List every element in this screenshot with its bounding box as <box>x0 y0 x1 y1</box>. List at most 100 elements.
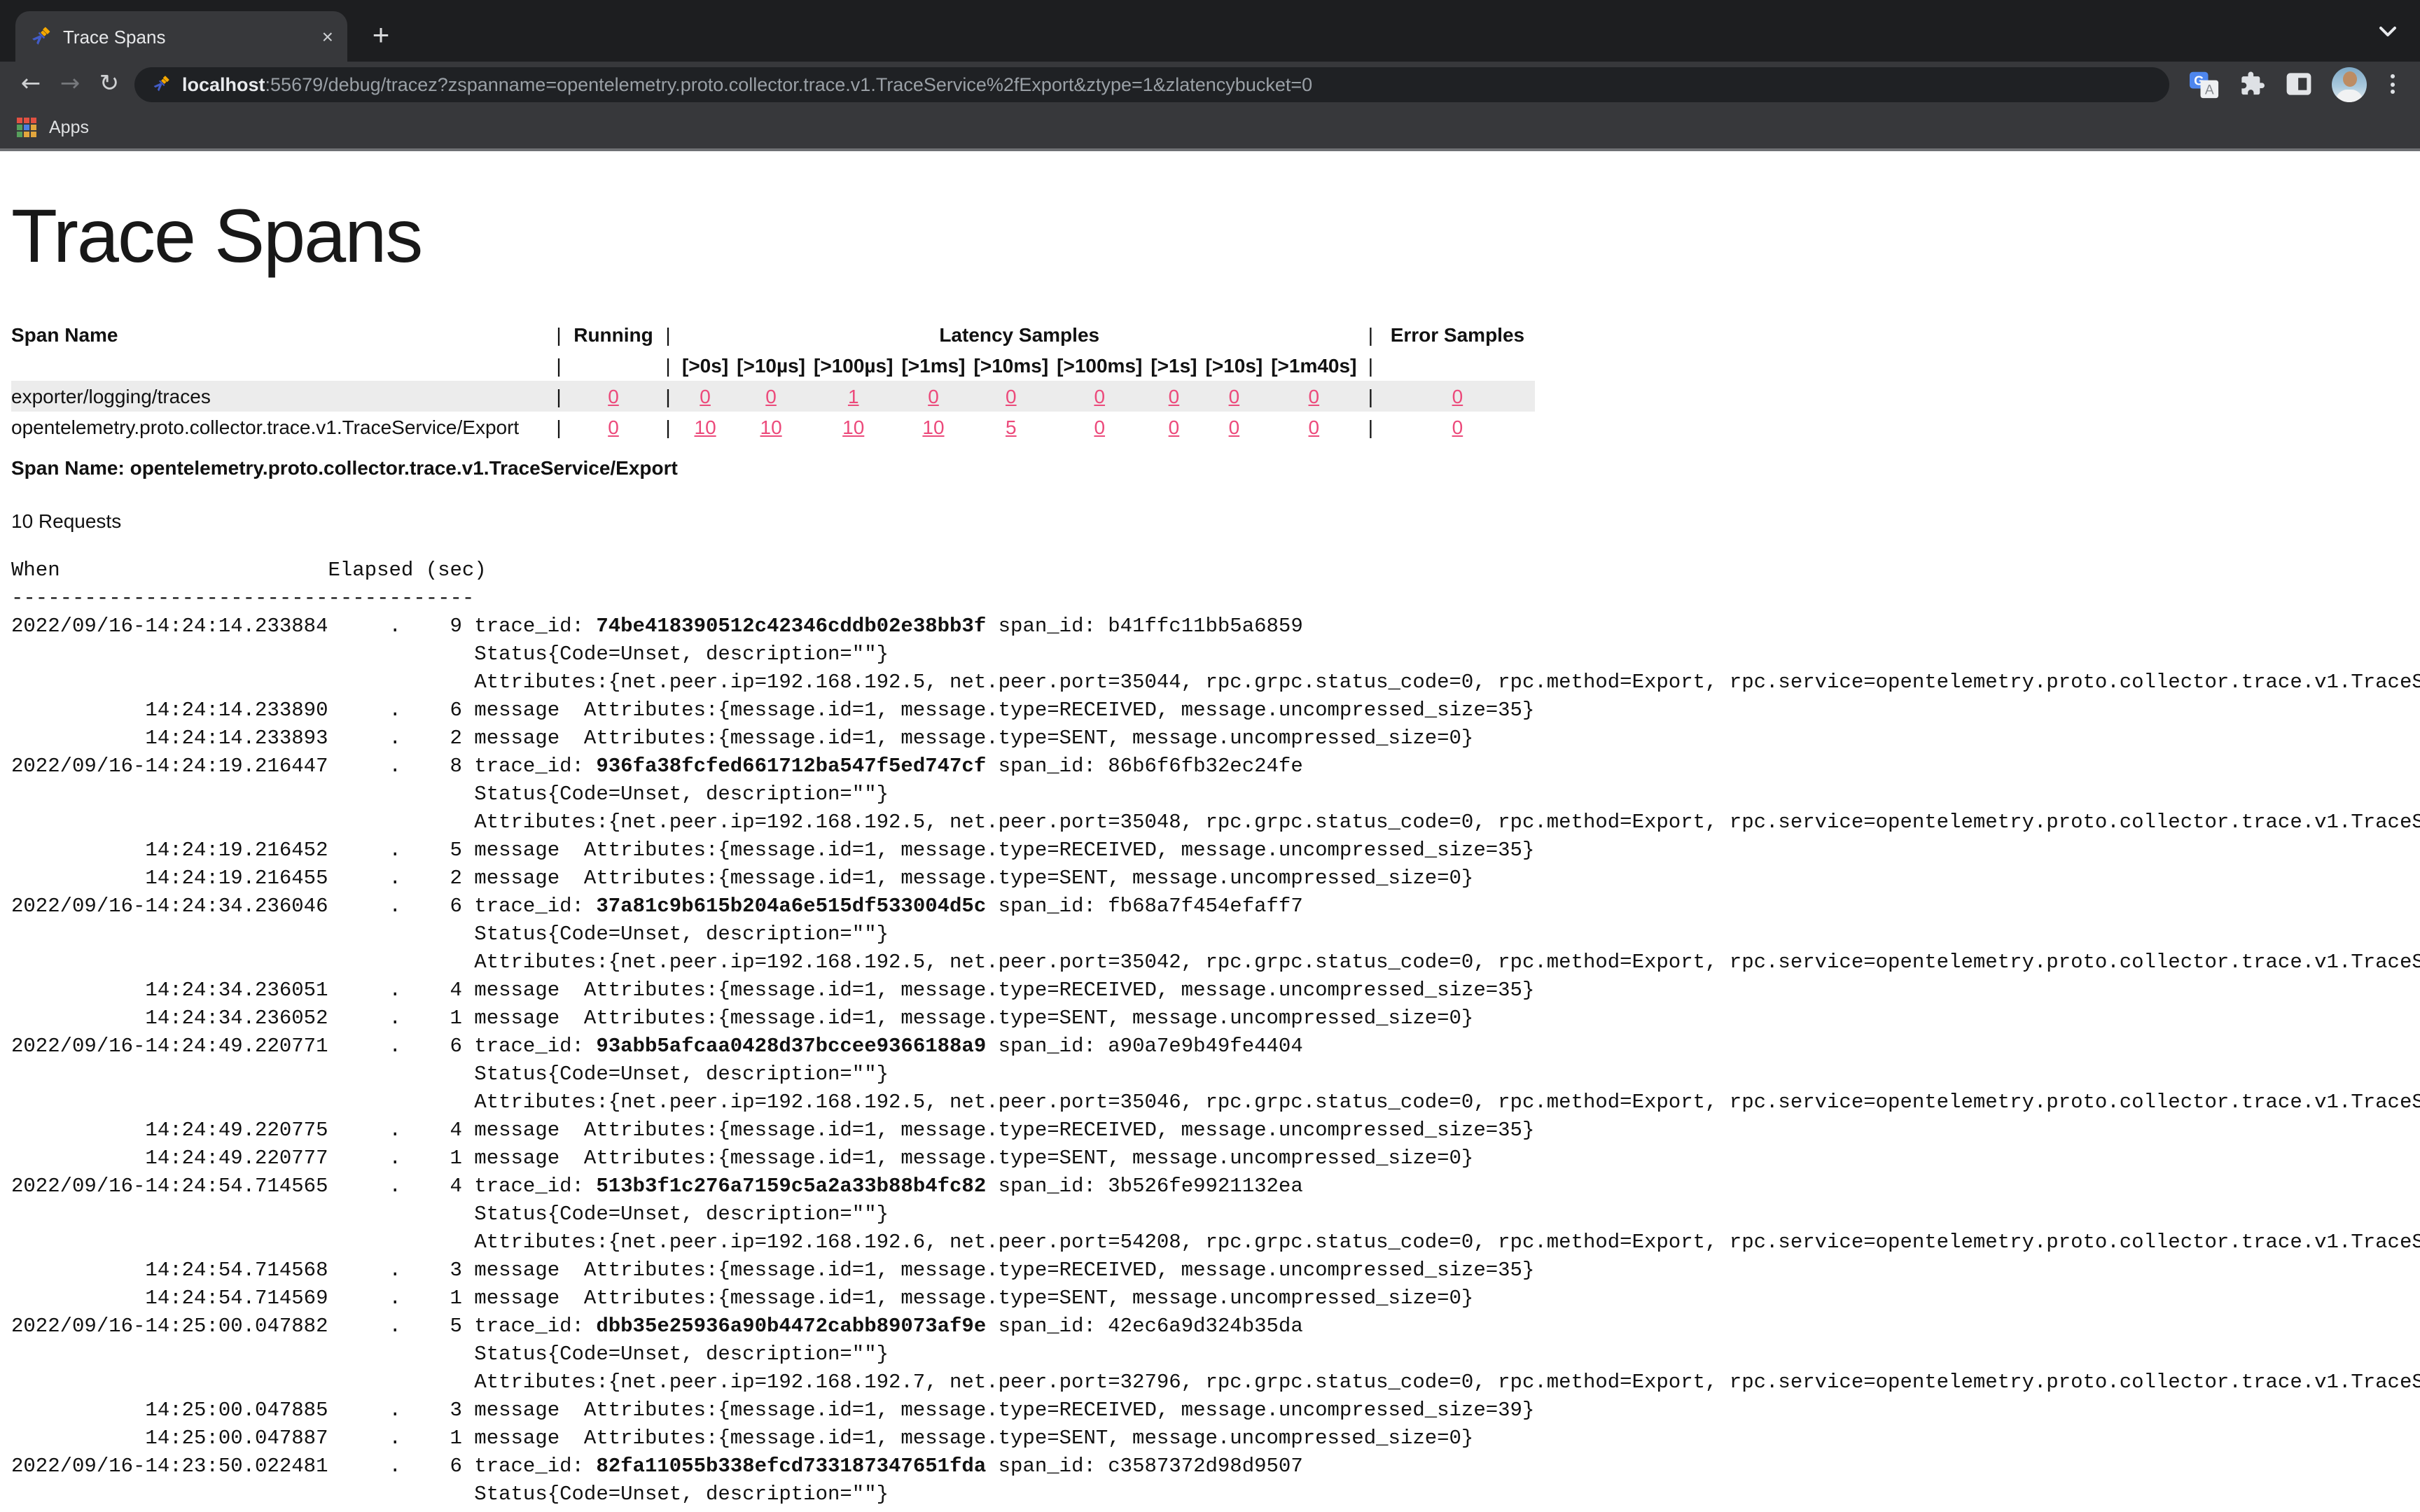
latency-count-link[interactable]: 0 <box>1309 385 1320 407</box>
latency-bucket-label: [>10s] <box>1202 350 1267 381</box>
svg-text:A: A <box>2205 83 2214 97</box>
trace-id-value: 37a81c9b615b204a6e515df533004d5c <box>596 896 986 918</box>
side-panel-icon[interactable] <box>2284 70 2314 98</box>
latency-count-cell: 5 <box>970 412 1053 442</box>
latency-count-link[interactable]: 0 <box>1094 385 1105 407</box>
latency-count-link[interactable]: 10 <box>695 416 716 438</box>
trace-id-value: 93abb5afcaa0428d37bccee9366188a9 <box>596 1036 986 1058</box>
column-separator: | <box>549 319 569 350</box>
extensions-puzzle-icon[interactable] <box>2238 70 2266 98</box>
bookmarks-bar: Apps <box>0 106 2420 151</box>
latency-count-cell: 0 <box>897 381 969 412</box>
selected-span-name: Span Name: opentelemetry.proto.collector… <box>11 454 2409 482</box>
running-count-link[interactable]: 0 <box>608 385 619 407</box>
latency-bucket-label: [>100ms] <box>1052 350 1146 381</box>
col-running: Running <box>569 319 658 350</box>
latency-bucket-label: [>10ms] <box>970 350 1053 381</box>
reload-icon[interactable]: ↻ <box>90 64 129 104</box>
running-count-link[interactable]: 0 <box>608 416 619 438</box>
latency-count-cell: 0 <box>1146 412 1201 442</box>
latency-count-cell: 10 <box>809 412 897 442</box>
column-separator: | <box>1361 381 1380 412</box>
column-separator: | <box>1361 412 1380 442</box>
profile-avatar[interactable] <box>2332 66 2367 102</box>
span-row: exporter/logging/traces|0|001000000|0 <box>11 381 1534 412</box>
latency-count-link[interactable]: 0 <box>1229 416 1240 438</box>
col-error-samples: Error Samples <box>1380 319 1534 350</box>
latency-count-link[interactable]: 10 <box>842 416 864 438</box>
span-name: exporter/logging/traces <box>11 381 549 412</box>
latency-count-link[interactable]: 5 <box>1006 416 1017 438</box>
column-separator: | <box>658 381 678 412</box>
browser-toolbar: ← → ↻ localhost:55679/debug/tracez?zspan… <box>0 62 2420 106</box>
back-icon[interactable]: ← <box>11 64 50 104</box>
latency-count-cell: 0 <box>1052 381 1146 412</box>
trace-log: When Elapsed (sec) ---------------------… <box>11 557 2409 1509</box>
latency-count-cell: 0 <box>1202 381 1267 412</box>
empty-cell <box>11 350 549 381</box>
latency-count-link[interactable]: 0 <box>928 385 939 407</box>
latency-count-cell: 0 <box>970 381 1053 412</box>
latency-bucket-label: [>0s] <box>678 350 732 381</box>
browser-menu-icon[interactable] <box>2385 74 2400 94</box>
latency-count-link[interactable]: 1 <box>848 385 859 407</box>
translate-icon[interactable]: G A <box>2189 69 2220 99</box>
forward-icon[interactable]: → <box>50 64 90 104</box>
column-separator: | <box>658 319 678 350</box>
bookmark-apps[interactable]: Apps <box>49 118 89 137</box>
latency-count-cell: 0 <box>678 381 732 412</box>
column-separator: | <box>549 350 569 381</box>
column-separator: | <box>658 350 678 381</box>
trace-id-value: 82fa11055b338efcd733187347651fda <box>596 1456 986 1478</box>
apps-grid-icon <box>17 118 36 137</box>
latency-bucket-label: [>1s] <box>1146 350 1201 381</box>
trace-id-value: 74be418390512c42346cddb02e38bb3f <box>596 616 986 638</box>
tab-title: Trace Spans <box>63 26 311 47</box>
summary-header-row: Span Name | Running | Latency Samples | … <box>11 319 1534 350</box>
latency-bucket-label: [>100µs] <box>809 350 897 381</box>
error-count-link[interactable]: 0 <box>1452 385 1463 407</box>
span-summary-table: Span Name | Running | Latency Samples | … <box>11 319 1534 442</box>
tab-search-chevron-down-icon[interactable] <box>2378 20 2398 45</box>
latency-bucket-label: [>10µs] <box>732 350 809 381</box>
latency-count-link[interactable]: 0 <box>1169 385 1180 407</box>
opentelemetry-favicon-small <box>151 74 171 94</box>
latency-bucket-label: [>1ms] <box>897 350 969 381</box>
latency-count-cell: 0 <box>732 381 809 412</box>
latency-count-cell: 0 <box>1052 412 1146 442</box>
column-separator: | <box>549 381 569 412</box>
latency-count-link[interactable]: 0 <box>1229 385 1240 407</box>
latency-count-link[interactable]: 0 <box>700 385 711 407</box>
empty-cell <box>569 350 658 381</box>
latency-count-cell: 0 <box>1202 412 1267 442</box>
error-count-cell: 0 <box>1380 381 1534 412</box>
error-count-link[interactable]: 0 <box>1452 416 1463 438</box>
latency-count-cell: 0 <box>1267 412 1361 442</box>
latency-count-link[interactable]: 10 <box>760 416 782 438</box>
latency-bucket-label: [>1m40s] <box>1267 350 1361 381</box>
span-row: opentelemetry.proto.collector.trace.v1.T… <box>11 412 1534 442</box>
latency-count-link[interactable]: 0 <box>1309 416 1320 438</box>
tab-trace-spans[interactable]: Trace Spans × <box>15 11 347 62</box>
column-separator: | <box>658 412 678 442</box>
latency-count-link[interactable]: 0 <box>1169 416 1180 438</box>
trace-id-value: 513b3f1c276a7159c5a2a33b88b4fc82 <box>596 1176 986 1198</box>
latency-count-cell: 10 <box>897 412 969 442</box>
close-tab-icon[interactable]: × <box>322 27 333 46</box>
column-separator: | <box>1361 319 1380 350</box>
toolbar-actions: G A <box>2181 66 2409 102</box>
address-bar[interactable]: localhost:55679/debug/tracez?zspanname=o… <box>134 66 2169 102</box>
latency-count-link[interactable]: 0 <box>765 385 777 407</box>
url-host: localhost <box>182 74 265 94</box>
latency-count-link[interactable]: 0 <box>1094 416 1105 438</box>
empty-cell <box>1380 350 1534 381</box>
latency-bucket-header-row: ||[>0s][>10µs][>100µs][>1ms][>10ms][>100… <box>11 350 1534 381</box>
column-separator: | <box>549 412 569 442</box>
latency-count-link[interactable]: 0 <box>1006 385 1017 407</box>
running-count-cell: 0 <box>569 381 658 412</box>
latency-count-link[interactable]: 10 <box>922 416 944 438</box>
new-tab-button[interactable]: + <box>364 20 398 53</box>
col-span-name: Span Name <box>11 319 549 350</box>
trace-id-value: dbb35e25936a90b4472cabb89073af9e <box>596 1316 986 1338</box>
latency-count-cell: 1 <box>809 381 897 412</box>
